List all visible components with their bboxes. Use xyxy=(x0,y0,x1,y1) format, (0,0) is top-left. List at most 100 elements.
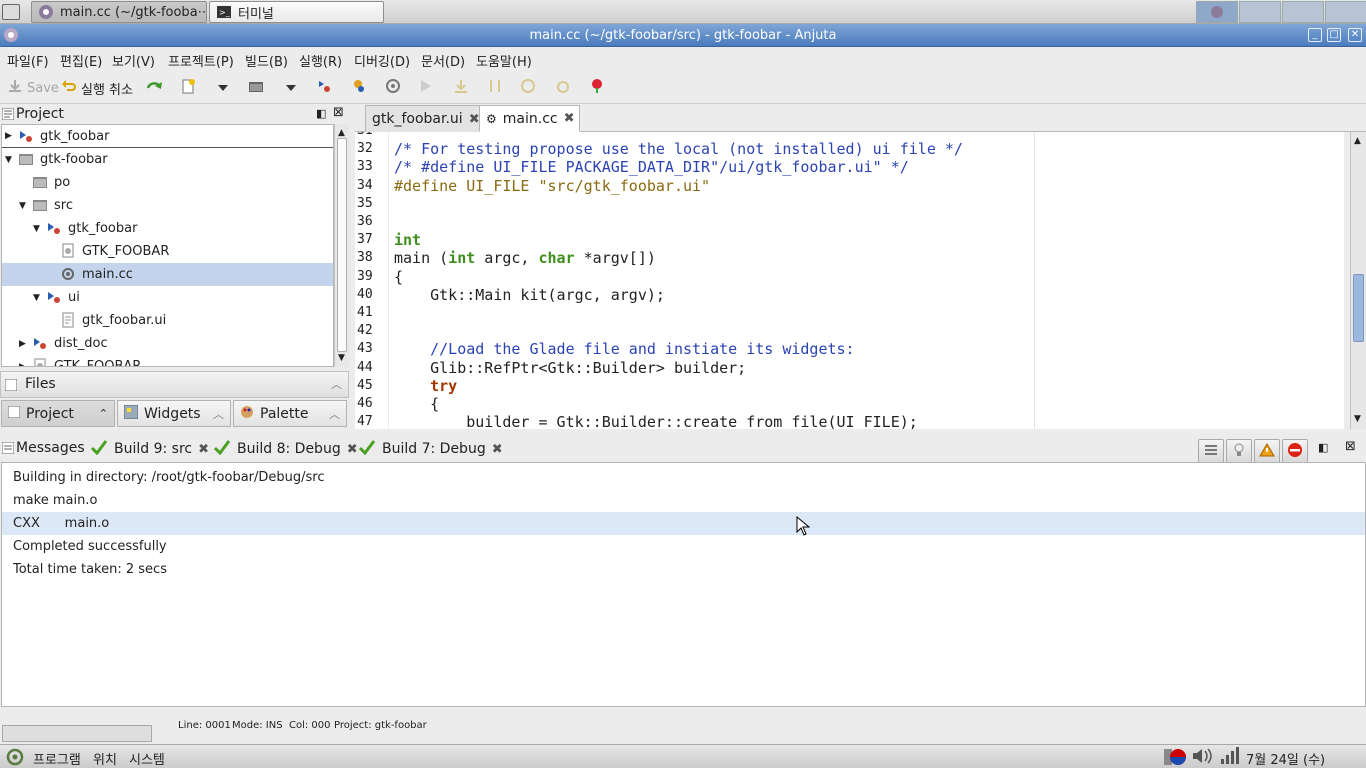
open-button[interactable] xyxy=(248,79,264,97)
chevron-up-icon[interactable]: ︿ xyxy=(331,376,342,392)
menu-help[interactable]: 도움말(H) xyxy=(476,51,532,70)
menu-build[interactable]: 빌드(B) xyxy=(245,51,288,70)
tab-build-9[interactable]: Build 9: src ✖ xyxy=(90,440,209,458)
taskbar-item-terminal[interactable]: >_ 터미널 xyxy=(209,1,384,23)
tree-item[interactable]: ▼ gtk-foobar xyxy=(2,148,333,171)
scroll-thumb[interactable] xyxy=(1353,274,1364,342)
dock-panel-icon[interactable]: ◧ xyxy=(1318,441,1328,454)
input-method-icon[interactable] xyxy=(1164,747,1186,768)
compile-button[interactable] xyxy=(385,79,401,97)
tree-item[interactable]: po xyxy=(2,171,333,194)
tab-build-8[interactable]: Build 8: Debug ✖ xyxy=(213,440,358,458)
menu-programs[interactable]: 프로그램 xyxy=(33,749,81,768)
message-row[interactable]: Completed successfully xyxy=(2,535,1365,558)
expander-expanded-icon[interactable]: ▼ xyxy=(19,201,29,211)
close-tab-icon[interactable]: ✖ xyxy=(492,442,503,457)
expander-expanded-icon[interactable]: ▼ xyxy=(33,293,43,303)
code-editor[interactable]: /* For testing propose use the local (no… xyxy=(389,132,1344,429)
editor-scrollbar[interactable]: ▲ ▼ xyxy=(1350,132,1366,429)
menu-run[interactable]: 실행(R) xyxy=(299,51,342,70)
window-titlebar[interactable]: main.cc (~/gtk-foobar/src) - gtk-foobar … xyxy=(0,24,1366,47)
filter-error-button[interactable] xyxy=(1282,439,1308,464)
build-all-button[interactable] xyxy=(350,79,366,97)
message-row[interactable]: CXX main.o xyxy=(2,512,1365,535)
filter-normal-button[interactable] xyxy=(1198,439,1224,464)
expander-expanded-icon[interactable]: ▼ xyxy=(5,155,15,165)
expander-collapsed-icon[interactable]: ▶ xyxy=(19,362,29,367)
new-file-button[interactable] xyxy=(180,79,196,97)
redo-button[interactable] xyxy=(146,79,164,97)
tab-palette[interactable]: Palette ︿ xyxy=(233,400,347,427)
tree-item[interactable]: ▼ src xyxy=(2,194,333,217)
show-desktop-icon[interactable] xyxy=(2,4,20,20)
menu-project[interactable]: 프로젝트(P) xyxy=(168,51,234,70)
menu-edit[interactable]: 편집(E) xyxy=(60,51,102,70)
close-tab-icon[interactable]: ✖ xyxy=(198,442,209,457)
menu-view[interactable]: 보기(V) xyxy=(112,51,155,70)
scroll-thumb[interactable] xyxy=(337,138,347,352)
tree-item[interactable]: GTK_FOOBAR xyxy=(2,240,333,263)
taskbar-item-anjuta[interactable]: main.cc (~/gtk-fooba⋯ xyxy=(31,1,207,23)
close-panel-icon[interactable]: ⊠ xyxy=(333,105,344,120)
build-button[interactable] xyxy=(316,79,332,97)
menu-documents[interactable]: 문서(D) xyxy=(421,51,465,70)
install-button[interactable] xyxy=(453,79,469,97)
scroll-down-icon[interactable]: ▼ xyxy=(338,353,345,363)
message-row[interactable]: make main.o xyxy=(2,489,1365,512)
volume-icon[interactable] xyxy=(1191,747,1213,768)
project-tree-scrollbar[interactable]: ▲ ▼ xyxy=(334,124,349,367)
tree-item[interactable]: main.cc xyxy=(2,263,333,286)
close-tab-icon[interactable]: ✖ xyxy=(469,112,480,127)
tree-item[interactable]: gtk_foobar.ui xyxy=(2,309,333,332)
clock[interactable]: 7월 24일 (수) 16:43 xyxy=(1246,749,1366,768)
close-tab-icon[interactable]: ✖ xyxy=(564,111,575,126)
message-row[interactable]: Total time taken: 2 secs xyxy=(2,558,1365,581)
dock-panel-icon[interactable]: ◧ xyxy=(316,107,326,120)
new-dropdown-button[interactable] xyxy=(218,79,228,97)
workspace-1[interactable] xyxy=(1196,1,1238,23)
debug-stop-button[interactable] xyxy=(555,79,571,97)
tree-item[interactable]: ▼ ui xyxy=(2,286,333,309)
minimize-button[interactable]: _ xyxy=(1308,28,1322,42)
debug-step-button[interactable] xyxy=(487,79,503,97)
tree-item[interactable]: ▶ GTK_FOOBAR xyxy=(2,355,333,367)
tab-project[interactable]: Project ⌃ xyxy=(1,400,115,427)
filter-info-button[interactable] xyxy=(1226,439,1252,464)
play-icon xyxy=(420,79,432,97)
close-tab-icon[interactable]: ✖ xyxy=(347,442,358,457)
run-button[interactable] xyxy=(420,79,432,97)
expander-collapsed-icon[interactable]: ▶ xyxy=(19,339,29,349)
undo-button[interactable]: 실행 취소 xyxy=(61,79,133,98)
tab-main-cc[interactable]: ⚙ main.cc ✖ xyxy=(479,105,580,132)
files-panel-bar[interactable]: Files ︿ xyxy=(0,371,349,398)
tab-widgets[interactable]: Widgets ︿ xyxy=(117,400,231,427)
scroll-up-icon[interactable]: ▲ xyxy=(1354,136,1361,146)
expander-collapsed-icon[interactable]: ▶ xyxy=(5,131,15,141)
workspace-4[interactable] xyxy=(1325,1,1366,23)
save-button[interactable]: Save xyxy=(7,79,59,97)
message-row[interactable]: Building in directory: /root/gtk-foobar/… xyxy=(2,466,1365,489)
menu-system[interactable]: 시스템 xyxy=(129,749,165,768)
open-dropdown-button[interactable] xyxy=(286,79,296,97)
tree-item[interactable]: ▶ dist_doc xyxy=(2,332,333,355)
workspace-2[interactable] xyxy=(1239,1,1281,23)
tab-build-7[interactable]: Build 7: Debug ✖ xyxy=(358,440,503,458)
maximize-button[interactable]: □ xyxy=(1327,28,1341,42)
menu-places[interactable]: 위치 xyxy=(93,749,117,768)
scroll-down-icon[interactable]: ▼ xyxy=(1354,414,1361,424)
tree-item[interactable]: ▶ gtk_foobar xyxy=(2,125,333,148)
scroll-up-icon[interactable]: ▲ xyxy=(338,128,345,138)
expander-expanded-icon[interactable]: ▼ xyxy=(33,224,43,234)
breakpoint-button[interactable] xyxy=(589,79,605,97)
workspace-3[interactable] xyxy=(1282,1,1324,23)
tab-gtk-foobar-ui[interactable]: gtk_foobar.ui ✖ xyxy=(365,105,485,132)
filter-warning-button[interactable] xyxy=(1254,439,1280,464)
close-window-button[interactable]: ✕ xyxy=(1348,28,1362,42)
debug-continue-button[interactable] xyxy=(520,79,536,97)
close-panel-icon[interactable]: ⊠ xyxy=(1345,439,1356,454)
menu-debug[interactable]: 디버깅(D) xyxy=(354,51,410,70)
tree-item[interactable]: ▼ gtk_foobar xyxy=(2,217,333,240)
network-icon[interactable] xyxy=(1220,747,1240,768)
main-menu-icon[interactable] xyxy=(6,748,24,768)
menu-file[interactable]: 파일(F) xyxy=(7,51,49,70)
